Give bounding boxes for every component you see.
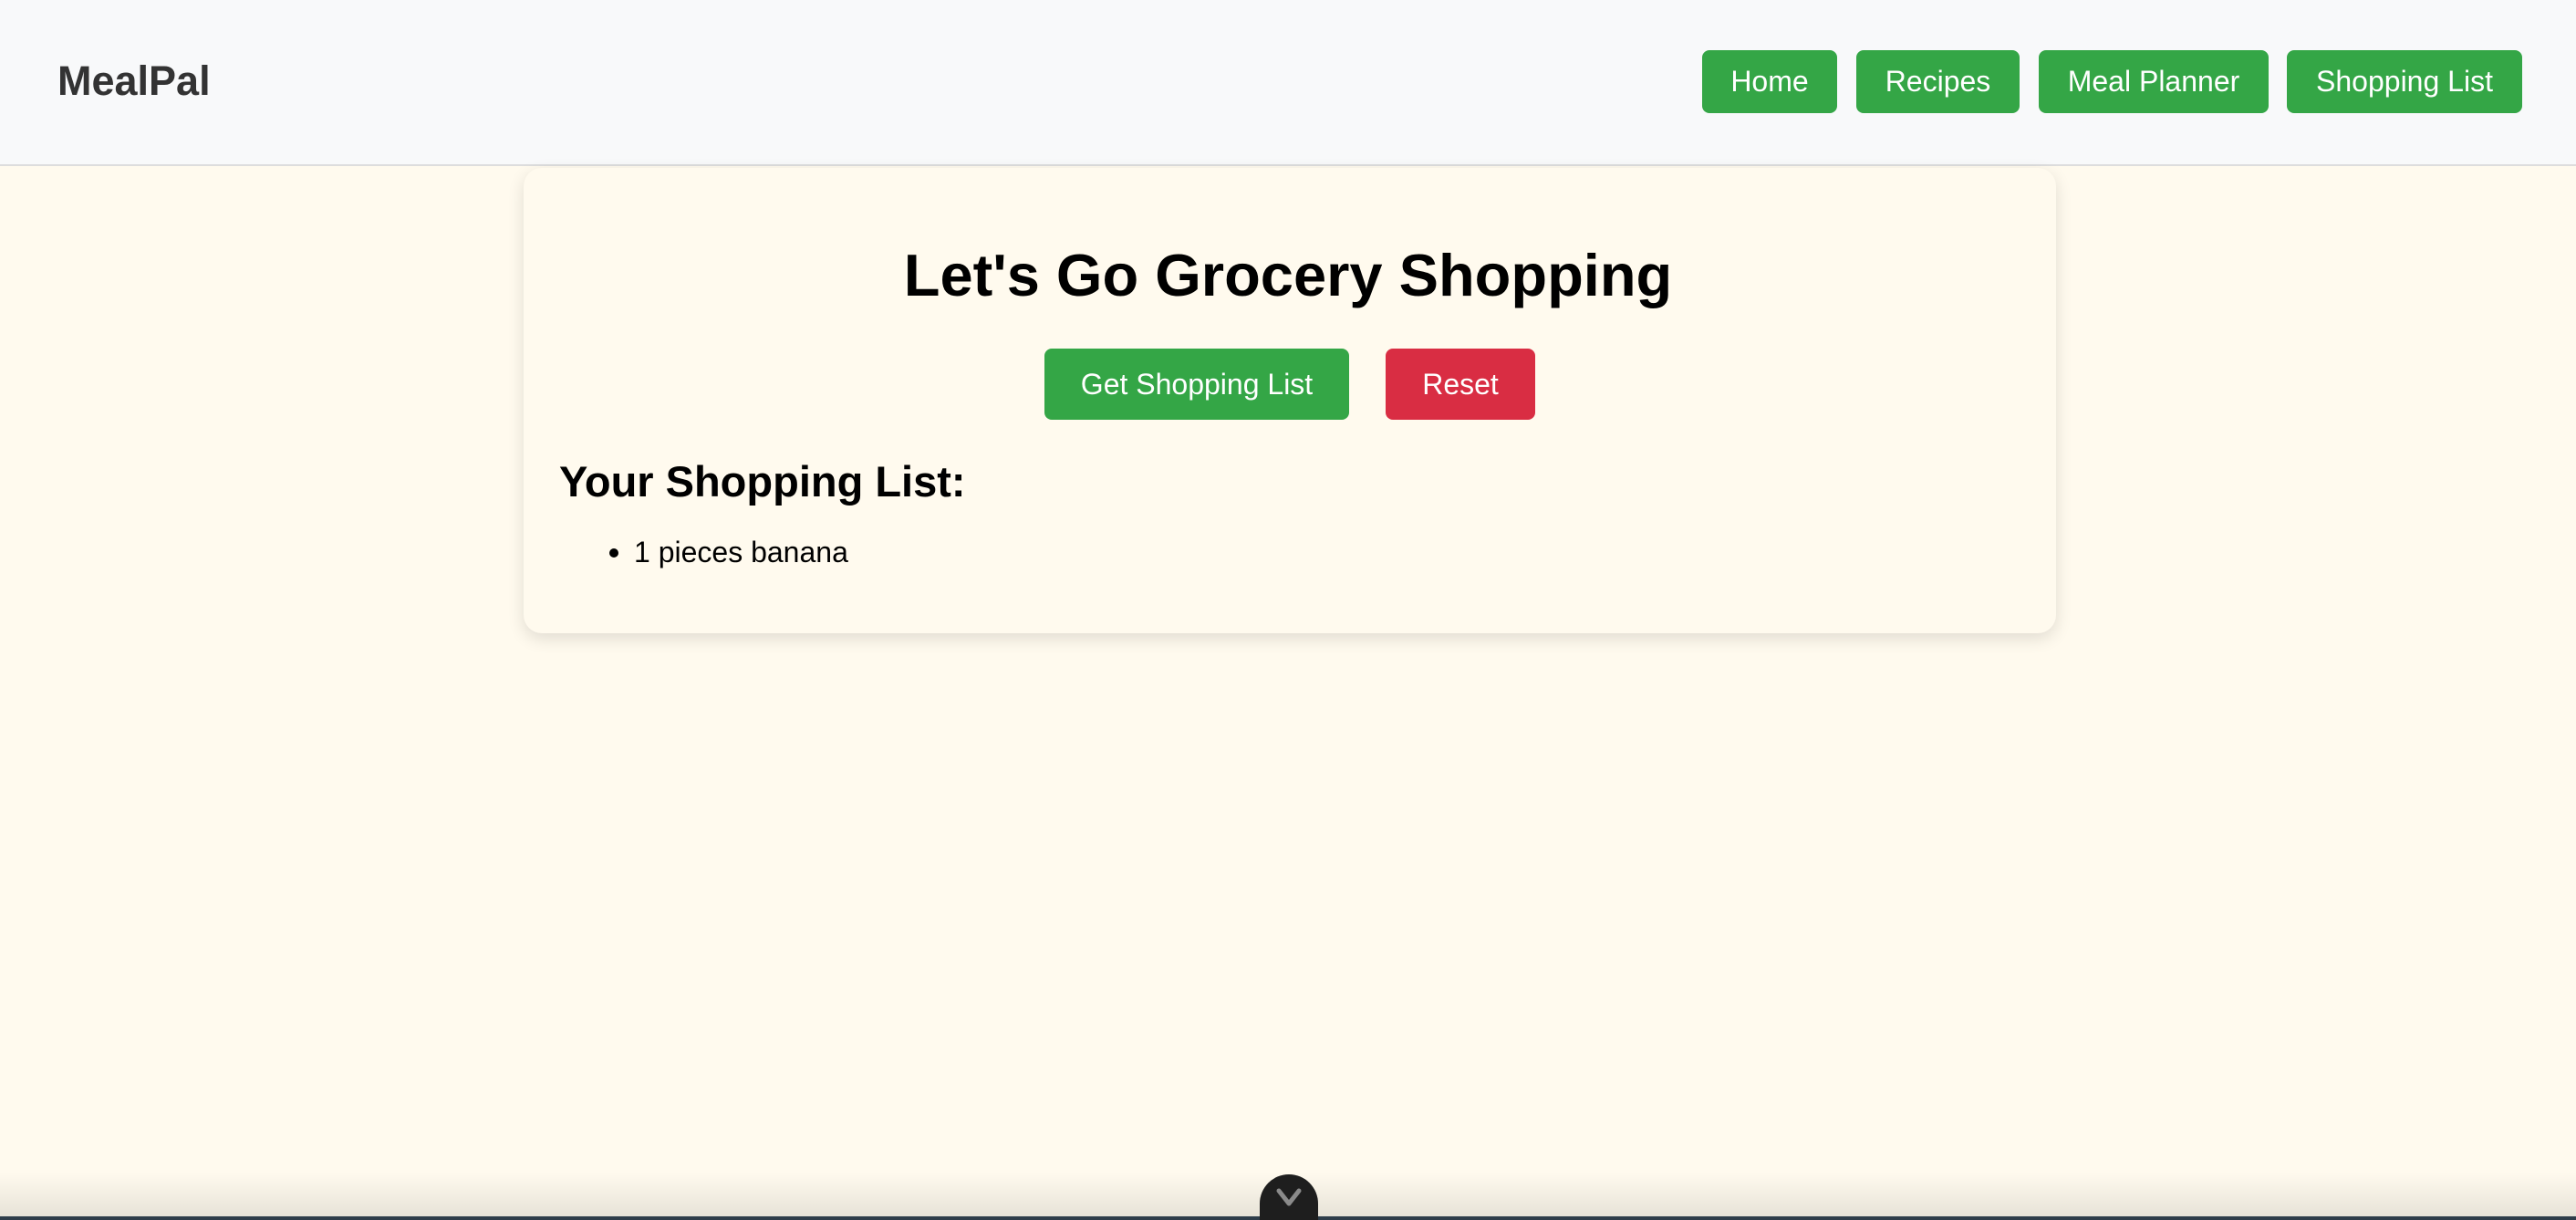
nav-recipes-button[interactable]: Recipes <box>1856 50 2020 113</box>
page-title: Let's Go Grocery Shopping <box>903 242 1673 308</box>
nav-home-button[interactable]: Home <box>1702 50 1837 113</box>
brand-logo[interactable]: MealPal <box>57 55 211 108</box>
shopping-list-heading: Your Shopping List: <box>559 457 966 506</box>
reset-button[interactable]: Reset <box>1386 349 1535 420</box>
list-item: 1 pieces banana <box>607 534 848 570</box>
navbar: MealPal Home Recipes Meal Planner Shoppi… <box>0 0 2576 166</box>
get-shopping-list-button[interactable]: Get Shopping List <box>1044 349 1349 420</box>
chevron-down-icon <box>1276 1188 1302 1206</box>
nav-meal-planner-button[interactable]: Meal Planner <box>2039 50 2269 113</box>
shopping-list: 1 pieces banana <box>607 534 848 570</box>
nav-shopping-list-button[interactable]: Shopping List <box>2287 50 2522 113</box>
